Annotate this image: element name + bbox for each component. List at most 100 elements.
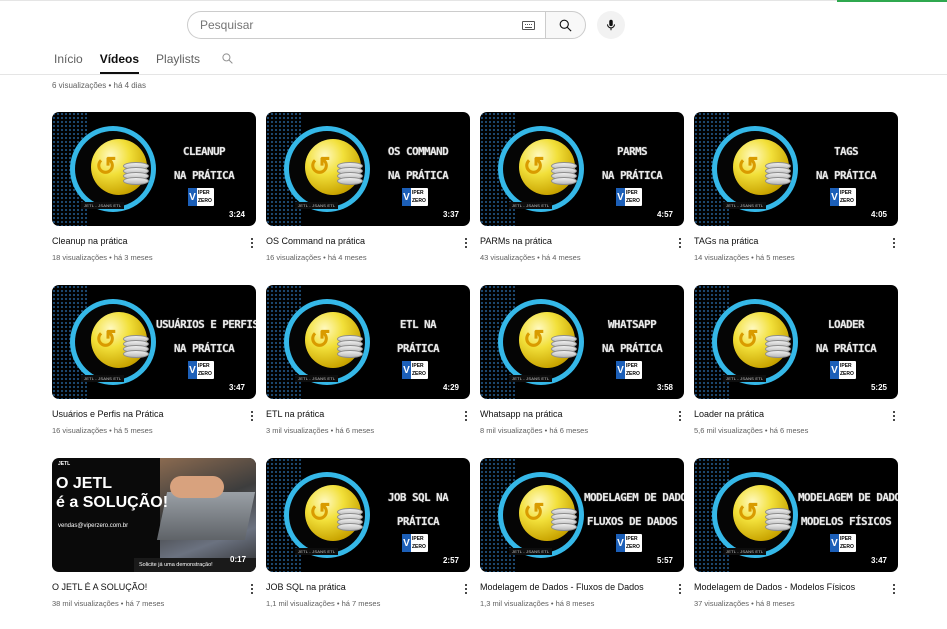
video-title[interactable]: Modelagem de Dados - Fluxos de Dados <box>480 582 660 592</box>
video-title[interactable]: Modelagem de Dados - Modelos Físicos <box>694 582 874 592</box>
thumb-tag: JETL - JSANS ETL <box>81 375 125 382</box>
database-icon <box>337 335 363 358</box>
video-meta: 16 visualizações • há 4 meses <box>266 253 367 262</box>
more-vert-icon[interactable] <box>676 236 684 250</box>
video-meta: 37 visualizações • há 8 meses <box>694 599 795 608</box>
search-icon <box>559 19 572 32</box>
more-vert-icon[interactable] <box>890 582 898 596</box>
video-title[interactable]: Usuários e Perfis na Prática <box>52 409 232 419</box>
more-vert-icon[interactable] <box>676 409 684 423</box>
search-button[interactable] <box>545 11 586 39</box>
video-card[interactable]: ↺ JETL - JSANS ETL ETL NA PRÁTICA V IPER… <box>266 285 470 445</box>
thumb-title-line: MODELAGEM DE DADOS <box>798 491 898 504</box>
video-title[interactable]: ETL na prática <box>266 409 446 419</box>
video-card[interactable]: ↺ JETL - JSANS ETL TAGS NA PRÁTICA V IPE… <box>694 112 898 272</box>
video-thumbnail[interactable]: ↺ JETL - JSANS ETL OS COMMAND NA PRÁTICA… <box>266 112 470 226</box>
more-vert-icon[interactable] <box>248 236 256 250</box>
more-vert-icon[interactable] <box>248 409 256 423</box>
database-icon <box>765 508 791 531</box>
thumb-title-line: NA PRÁTICA <box>601 342 663 355</box>
channel-tabs: Início Vídeos Playlists <box>54 46 234 74</box>
video-thumbnail[interactable]: ↺ JETL - JSANS ETL WHATSAPP NA PRÁTICA V… <box>480 285 684 399</box>
voice-search-button[interactable] <box>597 11 625 39</box>
video-duration: 3:47 <box>867 555 890 566</box>
video-meta: 3 mil visualizações • há 6 meses <box>266 426 375 435</box>
video-card[interactable]: ↺ JETL - JSANS ETL MODELAGEM DE DADOS FL… <box>480 458 684 618</box>
more-vert-icon[interactable] <box>248 582 256 596</box>
promo-email: vendas@viperzero.com.br <box>58 523 129 529</box>
database-icon <box>123 162 149 185</box>
video-card[interactable]: ↺ JETL - JSANS ETL USUÁRIOS E PERFIS NA … <box>52 285 256 445</box>
video-thumbnail[interactable]: ↺ JETL - JSANS ETL PARMS NA PRÁTICA V IP… <box>480 112 684 226</box>
video-card[interactable]: ↺ JETL - JSANS ETL PARMS NA PRÁTICA V IP… <box>480 112 684 272</box>
refresh-arrow-icon: ↺ <box>95 151 117 181</box>
keyboard-icon[interactable] <box>522 20 535 30</box>
more-vert-icon[interactable] <box>890 236 898 250</box>
search-box[interactable] <box>187 11 545 39</box>
video-thumbnail[interactable]: JETL O JETL é a SOLUÇÃO! vendas@viperzer… <box>52 458 256 572</box>
laptop-image <box>156 492 256 540</box>
refresh-arrow-icon: ↺ <box>309 151 331 181</box>
video-title[interactable]: PARMs na prática <box>480 236 660 246</box>
thumb-tag: JETL - JSANS ETL <box>509 548 553 555</box>
video-title[interactable]: OS Command na prática <box>266 236 446 246</box>
video-duration: 4:29 <box>439 382 462 393</box>
video-thumbnail[interactable]: ↺ JETL - JSANS ETL JOB SQL NA PRÁTICA V … <box>266 458 470 572</box>
video-thumbnail[interactable]: ↺ JETL - JSANS ETL TAGS NA PRÁTICA V IPE… <box>694 112 898 226</box>
thumb-title-line: PARMS <box>616 145 648 158</box>
thumb-tag: JETL - JSANS ETL <box>723 202 767 209</box>
video-card[interactable]: ↺ JETL - JSANS ETL CLEANUP NA PRÁTICA V … <box>52 112 256 272</box>
channel-search-button[interactable] <box>221 46 234 70</box>
video-card[interactable]: JETL O JETL é a SOLUÇÃO! vendas@viperzer… <box>52 458 256 618</box>
thumb-tag: JETL - JSANS ETL <box>509 375 553 382</box>
more-vert-icon[interactable] <box>462 582 470 596</box>
more-vert-icon[interactable] <box>890 409 898 423</box>
jetl-logo-ring: ↺ <box>498 472 584 558</box>
tab-inicio[interactable]: Início <box>54 46 83 74</box>
video-card[interactable]: ↺ JETL - JSANS ETL JOB SQL NA PRÁTICA V … <box>266 458 470 618</box>
video-thumbnail[interactable]: ↺ JETL - JSANS ETL MODELAGEM DE DADOS FL… <box>480 458 684 572</box>
jetl-logo-ring: ↺ <box>284 299 370 385</box>
thumb-title-line: NA PRÁTICA <box>815 342 877 355</box>
video-duration: 3:58 <box>653 382 676 393</box>
viperzero-logo: V IPER ZERO <box>830 188 856 206</box>
viperzero-logo: V IPER ZERO <box>830 361 856 379</box>
database-icon <box>123 335 149 358</box>
jetl-logo-ring: ↺ <box>712 299 798 385</box>
tab-videos[interactable]: Vídeos <box>99 46 140 74</box>
video-title[interactable]: Cleanup na prática <box>52 236 232 246</box>
thumb-title-line: PRÁTICA <box>396 515 440 528</box>
viperzero-logo: V IPER ZERO <box>616 188 642 206</box>
video-card[interactable]: ↺ JETL - JSANS ETL LOADER NA PRÁTICA V I… <box>694 285 898 445</box>
video-thumbnail[interactable]: ↺ JETL - JSANS ETL MODELAGEM DE DADOS MO… <box>694 458 898 572</box>
more-vert-icon[interactable] <box>676 582 684 596</box>
video-card[interactable]: ↺ JETL - JSANS ETL WHATSAPP NA PRÁTICA V… <box>480 285 684 445</box>
jetl-logo-ring: ↺ <box>498 126 584 212</box>
video-title[interactable]: JOB SQL na prática <box>266 582 446 592</box>
more-vert-icon[interactable] <box>462 236 470 250</box>
video-thumbnail[interactable]: ↺ JETL - JSANS ETL ETL NA PRÁTICA V IPER… <box>266 285 470 399</box>
video-title[interactable]: Loader na prática <box>694 409 874 419</box>
promo-headline: é a SOLUÇÃO! <box>56 494 169 511</box>
video-duration: 5:25 <box>867 382 890 393</box>
search-input[interactable] <box>200 18 522 32</box>
tab-playlists[interactable]: Playlists <box>156 46 200 74</box>
thumb-tag: JETL - JSANS ETL <box>295 548 339 555</box>
video-card[interactable]: ↺ JETL - JSANS ETL MODELAGEM DE DADOS MO… <box>694 458 898 618</box>
refresh-arrow-icon: ↺ <box>523 151 545 181</box>
thumb-title-line: NA PRÁTICA <box>387 169 449 182</box>
refresh-arrow-icon: ↺ <box>737 324 759 354</box>
viperzero-logo: V IPER ZERO <box>188 188 214 206</box>
video-title[interactable]: Whatsapp na prática <box>480 409 660 419</box>
top-edge <box>0 0 947 3</box>
video-thumbnail[interactable]: ↺ JETL - JSANS ETL USUÁRIOS E PERFIS NA … <box>52 285 256 399</box>
more-vert-icon[interactable] <box>462 409 470 423</box>
database-icon <box>765 335 791 358</box>
video-thumbnail[interactable]: ↺ JETL - JSANS ETL CLEANUP NA PRÁTICA V … <box>52 112 256 226</box>
video-card[interactable]: ↺ JETL - JSANS ETL OS COMMAND NA PRÁTICA… <box>266 112 470 272</box>
video-title[interactable]: TAGs na prática <box>694 236 874 246</box>
video-thumbnail[interactable]: ↺ JETL - JSANS ETL LOADER NA PRÁTICA V I… <box>694 285 898 399</box>
thumb-title-line: NA PRÁTICA <box>173 169 235 182</box>
video-title[interactable]: O JETL É A SOLUÇÃO! <box>52 582 232 592</box>
thumb-title-line: PRÁTICA <box>396 342 440 355</box>
